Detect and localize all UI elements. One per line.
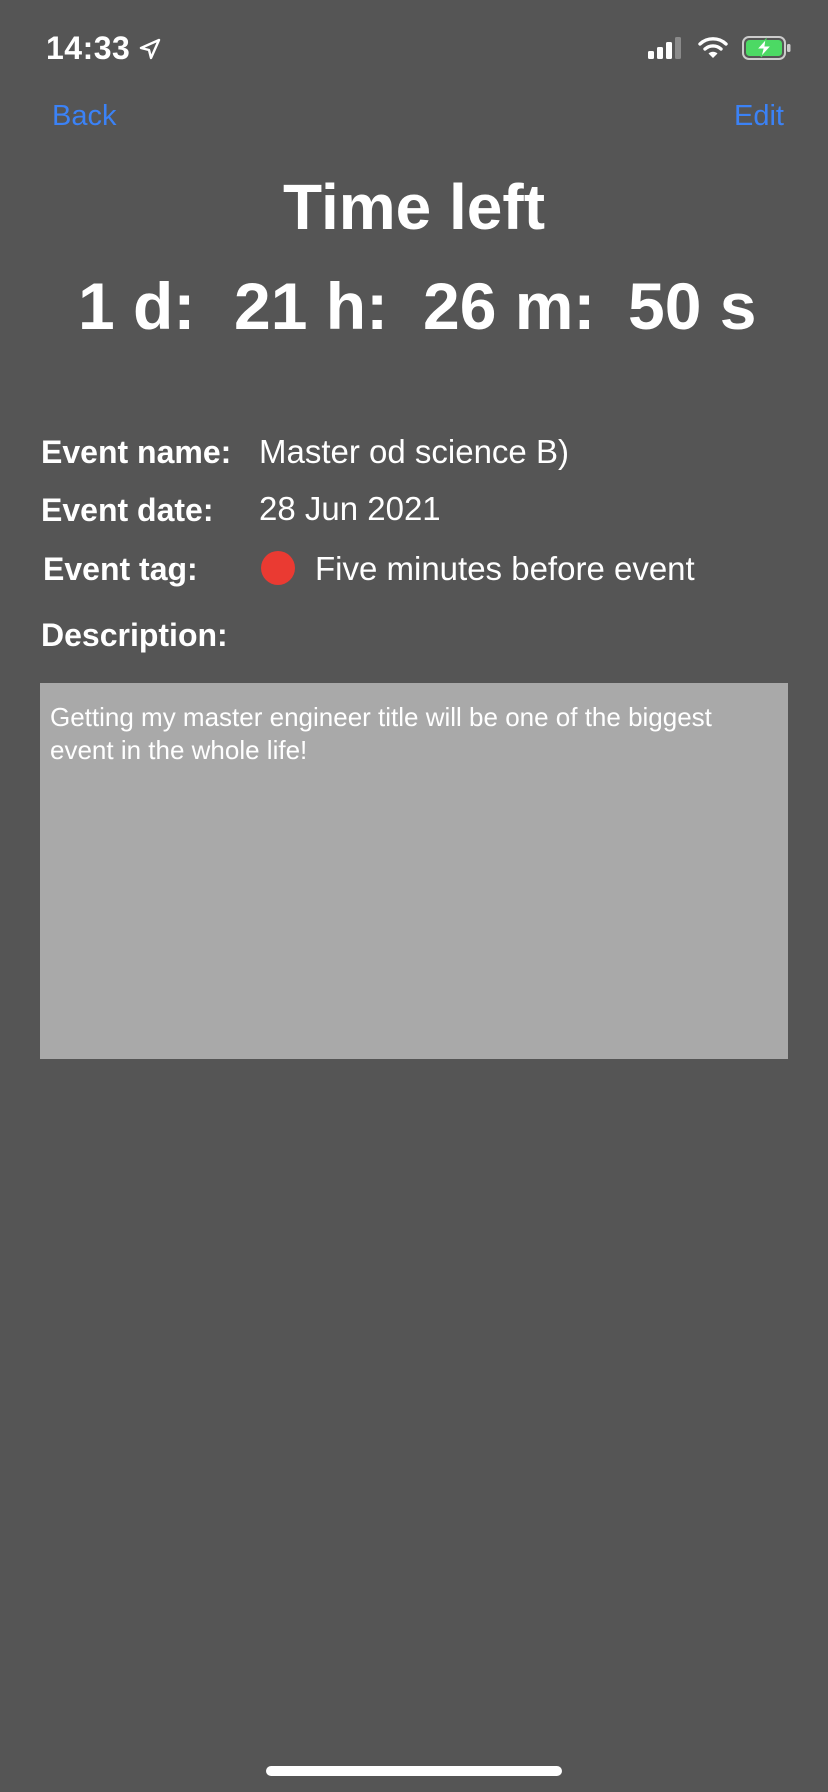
event-name-value: Master od science B) xyxy=(259,433,569,470)
back-button[interactable]: Back xyxy=(52,100,116,133)
location-arrow-icon xyxy=(140,38,161,59)
countdown-hours: 21 h: xyxy=(234,269,389,343)
event-name-label: Event name: xyxy=(41,434,232,470)
signal-icon xyxy=(648,37,681,59)
event-date-value: 28 Jun 2021 xyxy=(259,490,441,527)
countdown-minutes: 26 m: xyxy=(423,269,596,343)
edit-button[interactable]: Edit xyxy=(734,100,784,133)
status-time: 14:33 xyxy=(46,30,162,67)
status-bar: 14:33 xyxy=(0,0,828,100)
status-time-text: 14:33 xyxy=(46,30,131,66)
countdown-days: 1 d: xyxy=(78,269,196,343)
home-indicator[interactable] xyxy=(266,1766,562,1776)
description-label: Description: xyxy=(41,617,228,653)
status-icons xyxy=(648,36,792,60)
event-tag-value: Five minutes before event xyxy=(315,550,695,587)
tag-color-dot xyxy=(261,551,295,585)
countdown-seconds: 50 s xyxy=(628,269,757,343)
event-tag-label: Event tag: xyxy=(43,551,198,587)
wifi-icon xyxy=(698,37,728,58)
battery-charging-icon xyxy=(742,36,791,60)
page-title: Time left xyxy=(283,171,545,243)
description-box[interactable]: Getting my master engineer title will be… xyxy=(40,683,788,1059)
event-date-label: Event date: xyxy=(41,492,214,528)
